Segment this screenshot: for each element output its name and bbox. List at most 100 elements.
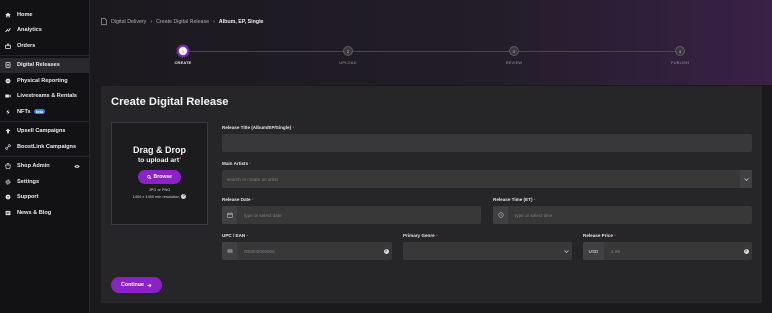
sidebar-item-digital-releases[interactable]: Digital Releases — [0, 57, 89, 73]
release-title-label: Release Title (Album/EP/Single) * — [222, 125, 294, 130]
header-area — [91, 0, 772, 85]
sidebar-item-physical-reporting[interactable]: Physical Reporting — [0, 73, 89, 89]
release-date-placeholder: type or select date — [244, 212, 282, 218]
release-title-input[interactable] — [222, 134, 752, 152]
create-release-panel: Create Digital Release Drag & Drop to up… — [101, 86, 762, 303]
sidebar-item-label: Support — [17, 194, 39, 201]
sidebar-item-settings[interactable]: Settings — [0, 174, 89, 190]
arrow-right-icon — [147, 283, 152, 287]
sidebar-item-livestreams[interactable]: Livestreams & Rentals — [0, 89, 89, 105]
dropzone-subheading: to upload art* — [137, 157, 182, 164]
livestream-icon — [5, 93, 11, 99]
upsell-icon — [5, 128, 11, 134]
sidebar-divider — [0, 55, 89, 56]
release-time-placeholder: type or select time — [515, 212, 553, 218]
breadcrumb-separator: › — [213, 18, 215, 25]
stepper-track — [183, 50, 680, 52]
document-icon — [101, 18, 107, 25]
sidebar-item-label: Upsell Campaigns — [17, 128, 66, 135]
release-date-label: Release Date * — [222, 197, 254, 202]
help-icon[interactable]: ? — [380, 242, 392, 260]
step-indicator: 2 — [343, 46, 353, 56]
breadcrumb-current: Album, EP, Single — [218, 18, 264, 25]
release-price-placeholder: 4.99 — [611, 248, 620, 254]
currency-label: USD — [583, 242, 604, 260]
main-artists-select[interactable]: search or create an artist — [222, 170, 752, 188]
resolution-hint: 1400 x 1400 min resolution ? — [132, 193, 187, 199]
sidebar-divider — [0, 156, 89, 157]
digital-releases-icon — [5, 62, 11, 69]
physical-reporting-icon — [5, 78, 11, 84]
primary-genre-select[interactable] — [403, 242, 572, 260]
upc-placeholder: 000000000000 — [244, 248, 275, 254]
sidebar-item-label: Settings — [17, 178, 40, 185]
sidebar-item-orders[interactable]: Orders — [0, 38, 89, 54]
sidebar-divider — [0, 121, 89, 122]
browse-label: Browse — [153, 174, 172, 180]
step-indicator: 3 — [509, 46, 519, 56]
release-date-input[interactable]: type or select date — [222, 206, 481, 224]
artwork-dropzone[interactable]: Drag & Drop to upload art* Browse JPG or… — [111, 122, 208, 225]
sidebar-item-label: Analytics — [17, 27, 42, 34]
orders-icon — [5, 42, 11, 49]
breadcrumb: Digital Delivery › Create Digital Releas… — [101, 18, 264, 25]
browse-button[interactable]: Browse — [138, 170, 181, 184]
sidebar-item-label: NFTs — [17, 108, 31, 115]
barcode-icon — [222, 242, 237, 260]
step-indicator: 1 — [178, 46, 188, 56]
sidebar-item-label: BoostLink Campaigns — [17, 143, 77, 150]
beta-badge: beta — [33, 109, 46, 115]
release-time-input[interactable]: type or select time — [493, 206, 752, 224]
step-indicator: 4 — [675, 46, 685, 56]
sidebar-item-nfts[interactable]: NFTs beta — [0, 104, 89, 120]
sidebar-item-support[interactable]: ? Support — [0, 190, 89, 206]
sidebar-item-label: Livestreams & Rentals — [17, 93, 78, 100]
calendar-icon — [222, 206, 237, 224]
app-root: Home Analytics Orders Digital Releases P… — [0, 0, 772, 313]
chevron-down-icon[interactable] — [740, 170, 752, 188]
step-label: PUBLISH — [670, 60, 690, 65]
analytics-icon — [5, 27, 11, 33]
sidebar-item-label: Shop Admin — [17, 163, 50, 170]
sidebar-item-label: Digital Releases — [17, 62, 60, 69]
step-label: REVIEW — [505, 60, 523, 65]
search-icon — [147, 174, 152, 180]
clock-icon — [493, 206, 508, 224]
help-icon[interactable]: ? — [740, 242, 752, 260]
dropzone-heading: Drag & Drop — [132, 145, 186, 155]
step-label: UPLOAD — [339, 60, 357, 65]
continue-label: Continue — [121, 282, 144, 288]
breadcrumb-separator: › — [150, 18, 153, 25]
support-icon: ? — [5, 194, 11, 200]
upc-label: UPC / EAN * — [222, 233, 249, 238]
home-icon — [5, 12, 11, 18]
sidebar-item-label: News & Blog — [17, 209, 52, 216]
sidebar-item-analytics[interactable]: Analytics — [0, 23, 89, 39]
main-artists-label: Main Artists * — [222, 161, 251, 166]
chevron-down-icon[interactable] — [560, 242, 572, 260]
sidebar-item-shop-admin[interactable]: Shop Admin — [0, 159, 89, 175]
release-price-input[interactable]: USD 4.99 ? — [583, 242, 752, 260]
sidebar-item-upsell-campaigns[interactable]: Upsell Campaigns — [0, 124, 89, 140]
sidebar-item-boostlink-campaigns[interactable]: BoostLink Campaigns — [0, 139, 89, 155]
step-review: 3 REVIEW — [484, 46, 544, 65]
primary-genre-label: Primary Genre * — [403, 233, 438, 238]
sidebar-item-home[interactable]: Home — [0, 7, 89, 23]
sidebar-nav: Home Analytics Orders Digital Releases P… — [0, 0, 89, 221]
step-label: CREATE — [174, 60, 192, 65]
step-publish: 4 PUBLISH — [650, 46, 710, 65]
upc-input[interactable]: 000000000000 ? — [222, 242, 392, 260]
page-title: Create Digital Release — [111, 96, 229, 108]
news-icon — [5, 210, 11, 216]
sidebar-item-label: Orders — [17, 42, 36, 49]
step-upload: 2 UPLOAD — [318, 46, 378, 65]
breadcrumb-link[interactable]: Digital Delivery — [111, 19, 146, 25]
help-icon[interactable]: ? — [181, 193, 187, 199]
sidebar-item-label: Home — [17, 11, 33, 18]
format-hint: JPG or PNG — [148, 187, 171, 193]
breadcrumb-link[interactable]: Create Digital Release — [156, 19, 209, 25]
continue-button[interactable]: Continue — [111, 277, 162, 293]
eye-icon[interactable] — [74, 164, 80, 169]
release-time-label: Release Time (ET) * — [493, 197, 536, 202]
sidebar-item-news-blog[interactable]: News & Blog — [0, 205, 89, 221]
